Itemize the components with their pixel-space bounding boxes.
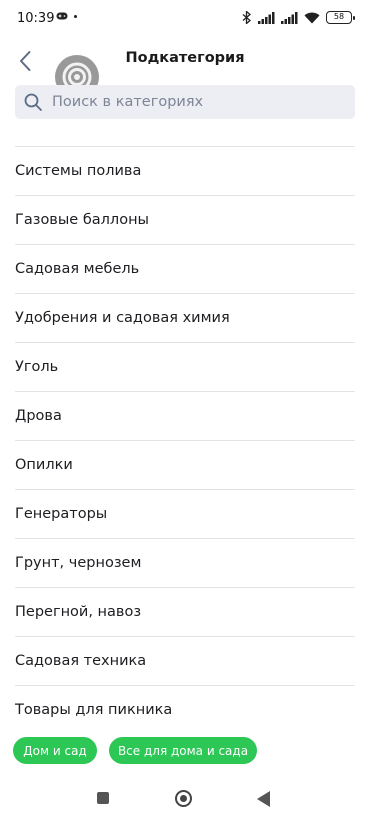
breadcrumb-chip-home-garden[interactable]: Дом и сад — [13, 737, 97, 764]
recents-square-icon[interactable] — [97, 792, 109, 804]
list-item[interactable]: Грунт, чернозем — [15, 539, 355, 588]
status-bar: 10:39 58 — [0, 0, 370, 38]
list-item[interactable]: Удобрения и садовая химия — [15, 294, 355, 343]
list-item[interactable]: Опилки — [15, 441, 355, 490]
signal-icon-1 — [258, 11, 275, 24]
list-item[interactable]: Системы полива — [15, 147, 355, 196]
battery-icon: 58 — [326, 11, 355, 24]
search-icon — [24, 93, 42, 111]
status-notification-icons — [56, 12, 77, 20]
wifi-icon — [304, 12, 320, 23]
list-item[interactable]: Садовая техника — [15, 637, 355, 686]
breadcrumb: Дом и сад Все для дома и сада — [0, 724, 370, 780]
search-input[interactable] — [52, 94, 332, 110]
signal-icon-2 — [281, 11, 298, 24]
list-item[interactable]: Генераторы — [15, 490, 355, 539]
category-list: Системы полива Газовые баллоны Садовая м… — [0, 147, 370, 735]
search-box[interactable] — [15, 85, 355, 119]
notification-dot-icon — [74, 14, 77, 18]
status-time: 10:39 — [17, 11, 55, 26]
page-title: Подкатегория — [125, 50, 245, 66]
bluetooth-icon — [242, 11, 251, 24]
list-item[interactable]: Дрова — [15, 392, 355, 441]
back-triangle-icon[interactable] — [257, 791, 270, 807]
home-circle-icon[interactable] — [175, 790, 192, 807]
list-item[interactable]: Садовая мебель — [15, 245, 355, 294]
gamepad-icon — [56, 12, 68, 20]
status-system-icons: 58 — [242, 11, 355, 24]
breadcrumb-chip-all-home-garden[interactable]: Все для дома и сада — [109, 737, 257, 764]
battery-level: 58 — [333, 12, 345, 21]
list-item[interactable]: Уголь — [15, 343, 355, 392]
system-nav-bar — [0, 780, 370, 822]
list-item[interactable]: Перегной, навоз — [15, 588, 355, 637]
list-item[interactable]: Газовые баллоны — [15, 196, 355, 245]
